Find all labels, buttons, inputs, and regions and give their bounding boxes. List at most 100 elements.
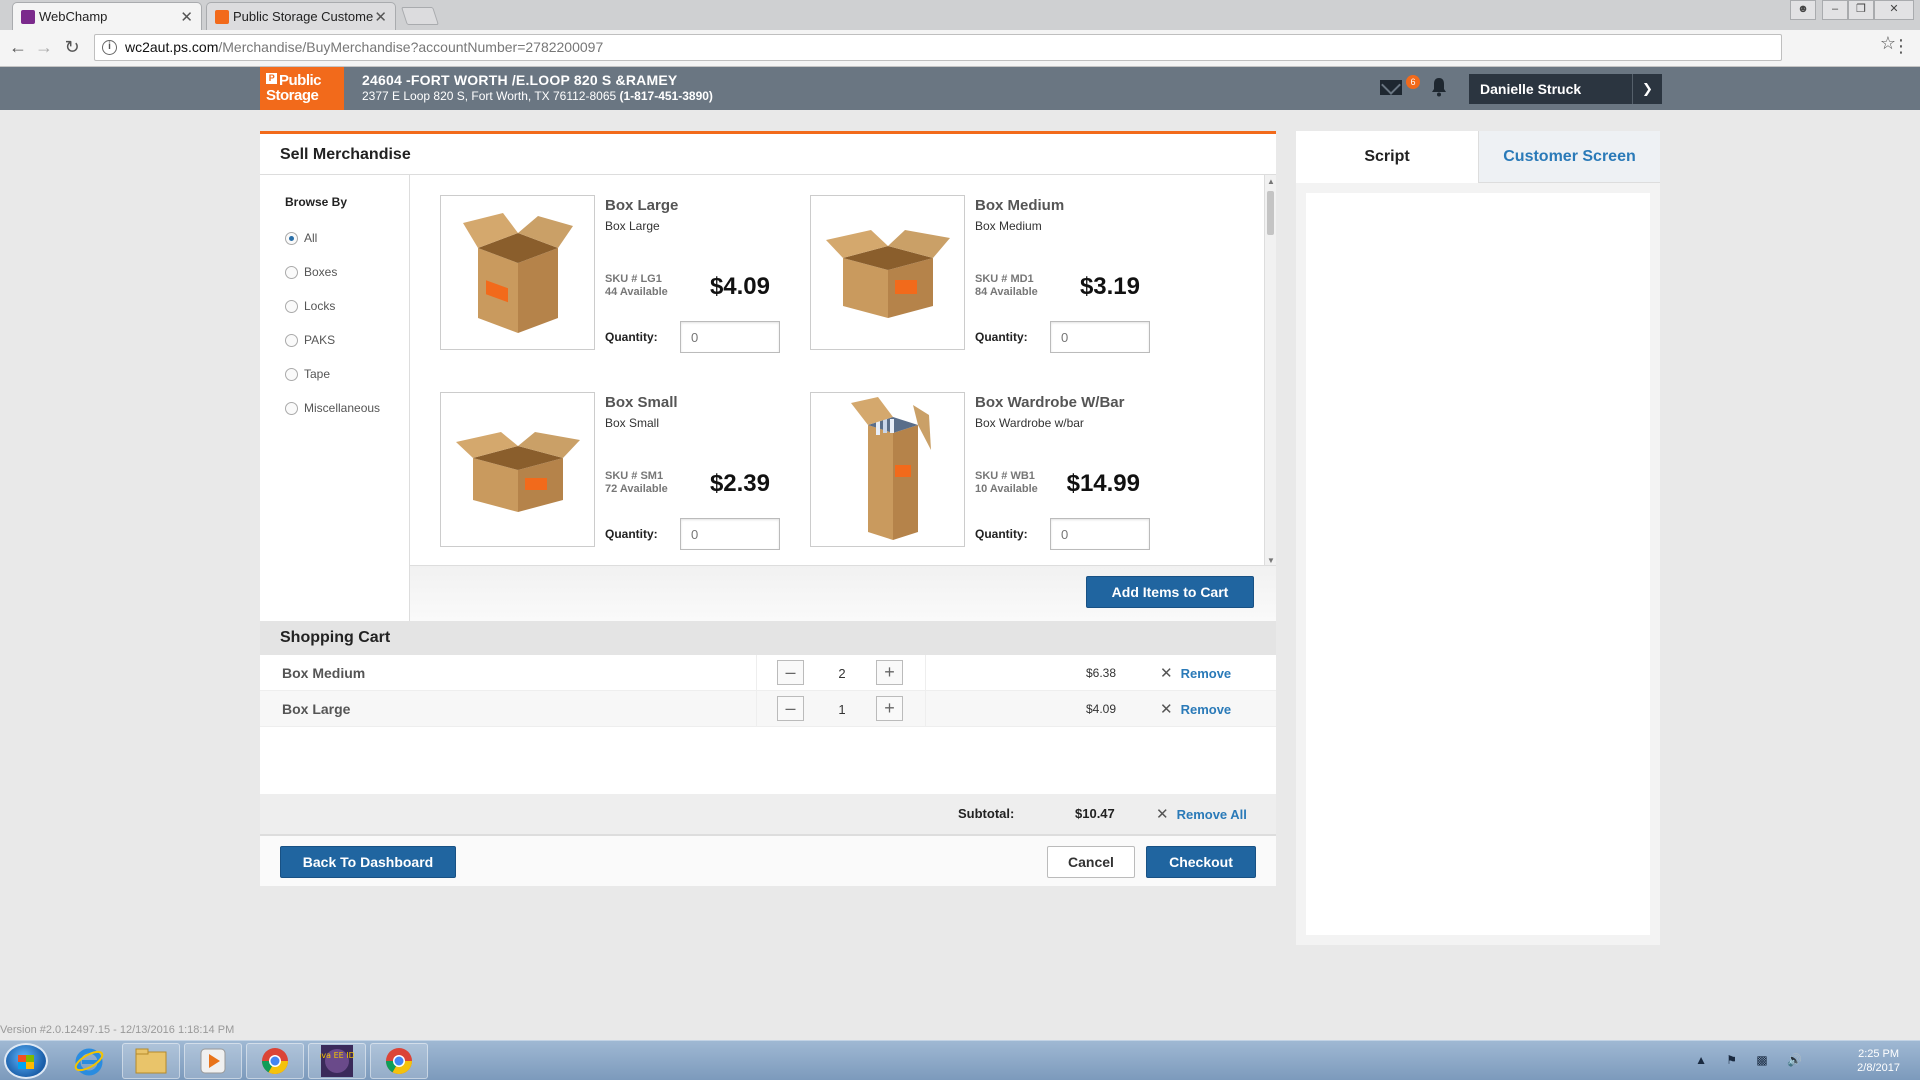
facility-address: 2377 E Loop 820 S, Fort Worth, TX 76112-… — [362, 89, 617, 103]
cancel-button[interactable]: Cancel — [1047, 846, 1135, 878]
close-window-button[interactable]: ✕ — [1874, 0, 1914, 20]
taskbar-file-explorer[interactable] — [122, 1043, 180, 1079]
product-image-box-medium[interactable] — [810, 195, 965, 350]
clock-time: 2:25 PM — [1858, 1048, 1900, 1060]
system-tray-icons[interactable]: ▲ ⚑ ▩ 🔊 — [1695, 1053, 1810, 1067]
chrome-icon — [261, 1048, 289, 1075]
facility-address-line: 2377 E Loop 820 S, Fort Worth, TX 76112-… — [362, 89, 713, 103]
product-image-box-large[interactable] — [440, 195, 595, 350]
taskbar-chrome-1[interactable] — [246, 1043, 304, 1079]
product-sku: SKU # WB1 10 Available — [975, 470, 1038, 495]
quantity-input-box-medium[interactable] — [1050, 321, 1150, 353]
product-price: $2.39 — [709, 470, 770, 497]
profile-icon[interactable]: ☻ — [1790, 0, 1816, 20]
restore-window-button[interactable]: ❐ — [1848, 0, 1874, 20]
browser-tabstrip: WebChamp ✕ Public Storage Customer ✕ ☻ –… — [0, 0, 1920, 30]
scroll-down-icon[interactable]: ▼ — [1265, 556, 1277, 565]
filter-option-miscellaneous[interactable]: Miscellaneous — [285, 401, 380, 415]
product-grid-scrollbar[interactable]: ▲ ▼ — [1264, 175, 1276, 567]
filter-option-locks[interactable]: Locks — [285, 299, 335, 313]
version-text: Version #2.0.12497.15 - 12/13/2016 1:18:… — [0, 1024, 235, 1036]
quantity-input-box-wardrobe[interactable] — [1050, 518, 1150, 550]
script-panel: Script Customer Screen — [1296, 131, 1660, 945]
script-content — [1306, 193, 1650, 935]
quantity-label: Quantity: — [975, 527, 1028, 541]
browser-menu-icon[interactable]: ⋮ — [1892, 36, 1910, 57]
tab-script[interactable]: Script — [1296, 131, 1478, 183]
remove-item-button[interactable]: ✕ Remove — [1160, 664, 1231, 682]
cardboard-box-icon — [825, 229, 950, 318]
quantity-input-box-small[interactable] — [680, 518, 780, 550]
product-name: Box Small — [605, 394, 678, 411]
info-icon[interactable]: i — [102, 40, 117, 55]
public-storage-logo[interactable]: P Public Storage — [260, 67, 344, 110]
product-price: $4.09 — [709, 273, 770, 300]
remove-all-button[interactable]: ✕ Remove All — [1156, 805, 1247, 823]
taskbar-media-player[interactable] — [184, 1043, 242, 1079]
facility-phone: (1-817-451-3890) — [619, 89, 713, 103]
radio-icon[interactable] — [285, 265, 298, 279]
product-price: $14.99 — [1066, 470, 1140, 497]
user-menu[interactable]: Danielle Struck ❯ — [1469, 74, 1662, 104]
bell-icon[interactable] — [1430, 77, 1448, 97]
chevron-down-icon[interactable]: ❯ — [1632, 74, 1662, 104]
subtotal-value: $10.47 — [1075, 806, 1115, 821]
product-image-box-wardrobe[interactable] — [810, 392, 965, 547]
filter-option-paks[interactable]: PAKS — [285, 333, 335, 347]
product-name: Box Wardrobe W/Bar — [975, 394, 1125, 411]
taskbar-chrome-2[interactable] — [370, 1043, 428, 1079]
increase-quantity-button[interactable]: + — [876, 660, 903, 685]
back-arrow-icon[interactable]: ← — [7, 37, 29, 58]
taskbar-java-ee-ide[interactable]: Java EE IDE — [308, 1043, 366, 1079]
tab-customer-screen[interactable]: Customer Screen — [1478, 131, 1660, 183]
radio-icon[interactable] — [285, 299, 298, 313]
product-image-box-small[interactable] — [440, 392, 595, 547]
close-tab-icon[interactable]: ✕ — [374, 8, 387, 26]
product-availability: 44 Available — [605, 286, 668, 298]
product-description: Box Small — [605, 416, 660, 430]
radio-icon[interactable] — [285, 367, 298, 381]
browse-by-filter: Browse By All Boxes Locks PAKS Tape Misc… — [260, 175, 410, 621]
filter-option-all[interactable]: All — [285, 231, 317, 245]
chrome-icon — [385, 1048, 413, 1075]
add-to-cart-bar: Add Items to Cart — [410, 565, 1276, 621]
filter-option-tape[interactable]: Tape — [285, 367, 330, 381]
scrollbar-thumb[interactable] — [1267, 191, 1274, 235]
media-player-icon — [200, 1048, 226, 1074]
product-card-box-large: Box Large Box Large SKU # LG1 44 Availab… — [440, 195, 810, 355]
system-clock[interactable]: 2:25 PM 2/8/2017 — [1857, 1047, 1900, 1075]
tab-webchamp[interactable]: WebChamp ✕ — [12, 2, 202, 30]
minimize-window-button[interactable]: – — [1822, 0, 1848, 20]
back-to-dashboard-button[interactable]: Back To Dashboard — [280, 846, 456, 878]
mail-icon[interactable] — [1380, 80, 1402, 95]
app-header: P Public Storage 24604 -FORT WORTH /E.LOO… — [0, 67, 1920, 110]
scroll-up-icon[interactable]: ▲ — [1265, 177, 1277, 186]
quantity-stepper: – 1 + — [756, 691, 926, 727]
quantity-input-box-large[interactable] — [680, 321, 780, 353]
radio-icon[interactable] — [285, 333, 298, 347]
cart-item-name: Box Medium — [282, 665, 366, 681]
page-title: Sell Merchandise — [280, 146, 411, 163]
forward-arrow-icon[interactable]: → — [33, 37, 55, 58]
internet-explorer-icon — [74, 1048, 104, 1076]
add-items-to-cart-button[interactable]: Add Items to Cart — [1086, 576, 1254, 608]
address-bar[interactable]: i wc2aut.ps.com/Merchandise/BuyMerchandi… — [94, 34, 1782, 61]
new-tab-button[interactable] — [401, 7, 439, 25]
close-icon: ✕ — [1156, 806, 1169, 823]
ps-logo-mark-icon: P — [266, 73, 277, 84]
start-button[interactable] — [4, 1043, 48, 1079]
quantity-stepper: – 2 + — [756, 655, 926, 691]
windows-taskbar: Java EE IDE ▲ ⚑ ▩ 🔊 2:25 PM 2/8/2017 — [0, 1040, 1920, 1080]
increase-quantity-button[interactable]: + — [876, 696, 903, 721]
url-path: /Merchandise/BuyMerchandise?accountNumbe… — [218, 39, 604, 55]
tab-public-storage-customer[interactable]: Public Storage Customer ✕ — [206, 2, 396, 30]
checkout-button[interactable]: Checkout — [1146, 846, 1256, 878]
radio-icon[interactable] — [285, 401, 298, 415]
close-tab-icon[interactable]: ✕ — [180, 8, 193, 26]
reload-icon[interactable]: ↻ — [61, 37, 83, 58]
taskbar-internet-explorer[interactable] — [60, 1043, 118, 1079]
remove-item-button[interactable]: ✕ Remove — [1160, 700, 1231, 718]
cardboard-box-icon — [455, 431, 580, 512]
filter-option-boxes[interactable]: Boxes — [285, 265, 337, 279]
radio-selected-icon[interactable] — [285, 231, 298, 245]
